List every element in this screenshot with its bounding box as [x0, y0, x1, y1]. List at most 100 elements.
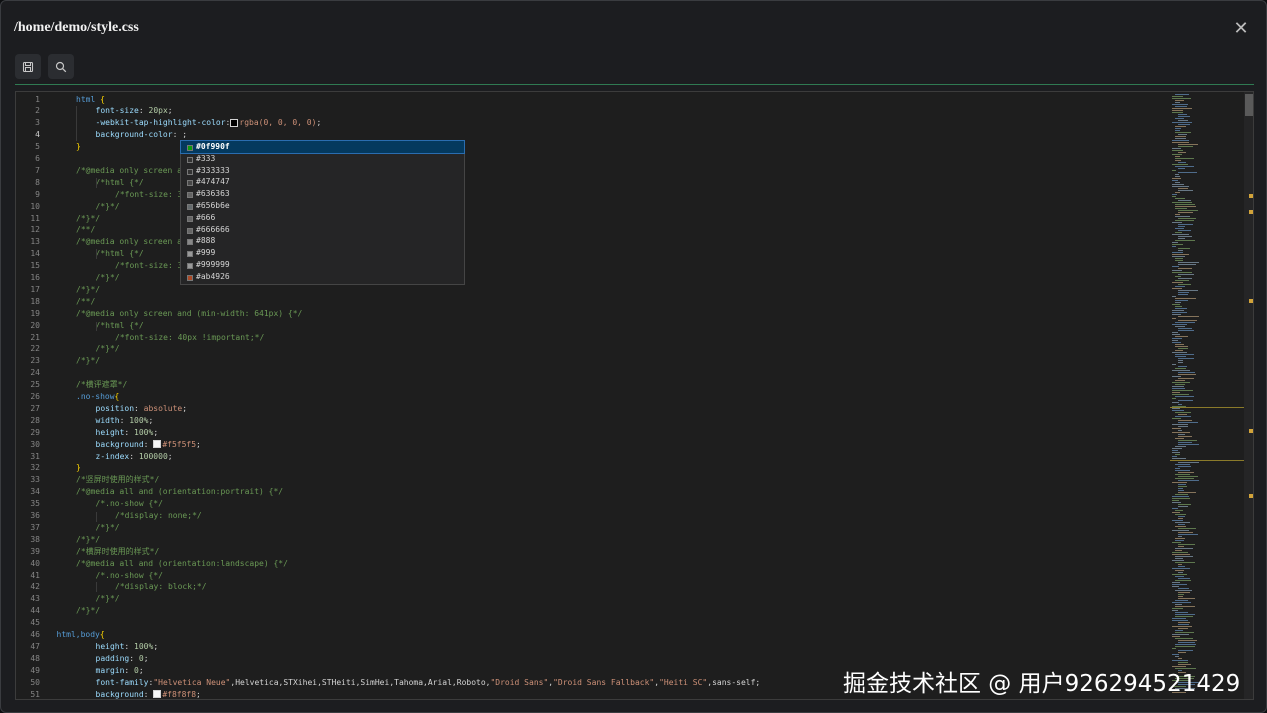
suggest-item[interactable]: #999999 — [181, 259, 464, 271]
line-number: 11 — [30, 213, 40, 223]
line-number: 8 — [35, 177, 40, 187]
code-token: } — [76, 463, 81, 473]
line-number: 21 — [30, 332, 40, 342]
code-token: rgba(0, 0, 0, 0) — [239, 118, 317, 128]
line-number: 51 — [30, 689, 40, 699]
suggest-item[interactable]: #474747 — [181, 176, 464, 188]
line-number: 19 — [30, 308, 40, 318]
color-suggest-widget[interactable]: #0f990f #333 #333333 #474747 #636363 #656b6e #… — [180, 140, 465, 285]
code-token: 100% — [134, 427, 154, 437]
code-token: /*.no-show {*/ — [95, 570, 163, 580]
line-number: 39 — [30, 546, 40, 556]
code-token: padding — [95, 653, 130, 663]
code-line: /*}*/ — [96, 522, 120, 534]
suggest-item[interactable]: #0f990f — [180, 140, 465, 154]
code-token: /*}*/ — [76, 534, 101, 544]
code-token: /*.no-show {*/ — [95, 499, 163, 509]
suggest-item[interactable]: #888 — [181, 235, 464, 247]
code-token: .no-show — [76, 392, 115, 401]
code-token: /*横评遮罩*/ — [76, 380, 128, 390]
code-line: .no-show{ — [76, 391, 119, 403]
color-swatch — [187, 156, 193, 163]
code-line: /**/ — [76, 296, 95, 308]
line-number: 14 — [30, 249, 40, 259]
code-line: /*}*/ — [76, 605, 100, 617]
code-token: /*@media only screen a — [76, 165, 182, 175]
minimap-preview — [1172, 94, 1199, 693]
code-token: /*html {*/ — [95, 320, 144, 330]
code-token: font-size — [95, 106, 139, 116]
save-button[interactable] — [15, 54, 41, 79]
code-token: ,sans-self; — [707, 677, 761, 687]
save-icon — [22, 61, 34, 72]
code-token: "Helvetica Neue" — [153, 677, 231, 687]
line-number: 36 — [30, 511, 40, 520]
code-token: ,Helvetica,STXihei,STHeiti,SimHei,Tahoma… — [230, 677, 491, 687]
suggest-item[interactable]: #ab4926 — [181, 271, 464, 283]
code-line: /*@media only screen a — [76, 165, 182, 177]
line-number: 9 — [35, 189, 40, 199]
code-token: { — [100, 94, 105, 104]
color-swatch — [187, 263, 193, 269]
code-token: : — [124, 427, 135, 437]
color-swatch[interactable] — [230, 118, 239, 127]
code-line: } — [76, 141, 81, 153]
code-token: /*}*/ — [95, 273, 120, 282]
watermark: 掘金技术社区 @ 用户926294521429 — [843, 671, 1241, 697]
code-token: : — [119, 415, 130, 425]
code-token: /*}*/ — [95, 344, 120, 354]
suggest-item-label: #888 — [196, 236, 216, 246]
line-number: 18 — [30, 296, 40, 306]
suggest-item-label: #0f990f — [196, 142, 230, 151]
overview-marker — [1249, 429, 1253, 433]
code-line: /*.no-show {*/ — [96, 570, 163, 582]
minimap[interactable] — [1170, 92, 1244, 699]
color-swatch — [187, 239, 193, 246]
code-line: padding: 0; — [96, 653, 149, 665]
search-button[interactable] — [48, 54, 74, 79]
code-token: width — [95, 415, 120, 425]
vertical-scrollbar[interactable] — [1244, 92, 1253, 699]
suggest-item[interactable]: #333333 — [181, 165, 464, 177]
line-number: 12 — [30, 225, 40, 235]
line-number: 15 — [30, 261, 40, 271]
color-swatch[interactable] — [153, 440, 162, 449]
code-line: /*display: block;*/ — [115, 581, 207, 593]
code-line: /*@media all and (orientation:portrait) … — [76, 486, 283, 498]
code-token: /*@media only screen and (min-width: 641… — [76, 308, 303, 318]
code-token: "Heiti SC" — [659, 677, 708, 687]
code-token: background-color — [95, 130, 173, 140]
line-number: 47 — [30, 641, 40, 651]
code-line: /*横屏时使用的样式*/ — [76, 546, 159, 558]
suggest-item[interactable]: #666 — [181, 212, 464, 224]
line-number: 5 — [35, 142, 40, 152]
code-token: /**/ — [76, 296, 96, 306]
code-token: html,body — [56, 630, 100, 639]
suggest-item[interactable]: #636363 — [181, 188, 464, 200]
code-token: html — [76, 94, 101, 104]
code-line: /*html {*/ — [96, 248, 144, 260]
suggest-item-label: #656b6e — [196, 201, 230, 210]
suggest-item[interactable]: #666666 — [181, 224, 464, 236]
code-line: /*}*/ — [96, 343, 120, 355]
line-number: 50 — [30, 677, 40, 687]
code-token: /*}*/ — [95, 522, 120, 532]
code-token: height — [95, 641, 125, 651]
suggest-item-label: #333333 — [196, 165, 230, 175]
suggest-item[interactable]: #656b6e — [181, 200, 464, 212]
code-token: { — [99, 630, 105, 639]
color-swatch — [187, 274, 193, 281]
suggest-item[interactable]: #333 — [181, 153, 464, 165]
scrollbar-thumb[interactable] — [1245, 94, 1253, 116]
suggest-item[interactable]: #999 — [181, 247, 464, 259]
suggest-item-label: #636363 — [196, 189, 230, 199]
line-number-gutter: 1 2 3 4 5 6 7 8 9 10 11 12 13 14 15 16 17 18 19 20 21 22 23 24 2… — [16, 92, 58, 699]
close-icon[interactable]: ✕ — [1231, 18, 1251, 38]
code-line: /*font-size: 3 — [115, 189, 182, 201]
color-swatch — [187, 215, 193, 222]
color-swatch — [187, 204, 193, 210]
line-number: 28 — [30, 415, 40, 425]
overview-marker — [1249, 210, 1253, 214]
toolbar-divider — [15, 84, 1254, 85]
color-swatch[interactable] — [153, 690, 162, 698]
